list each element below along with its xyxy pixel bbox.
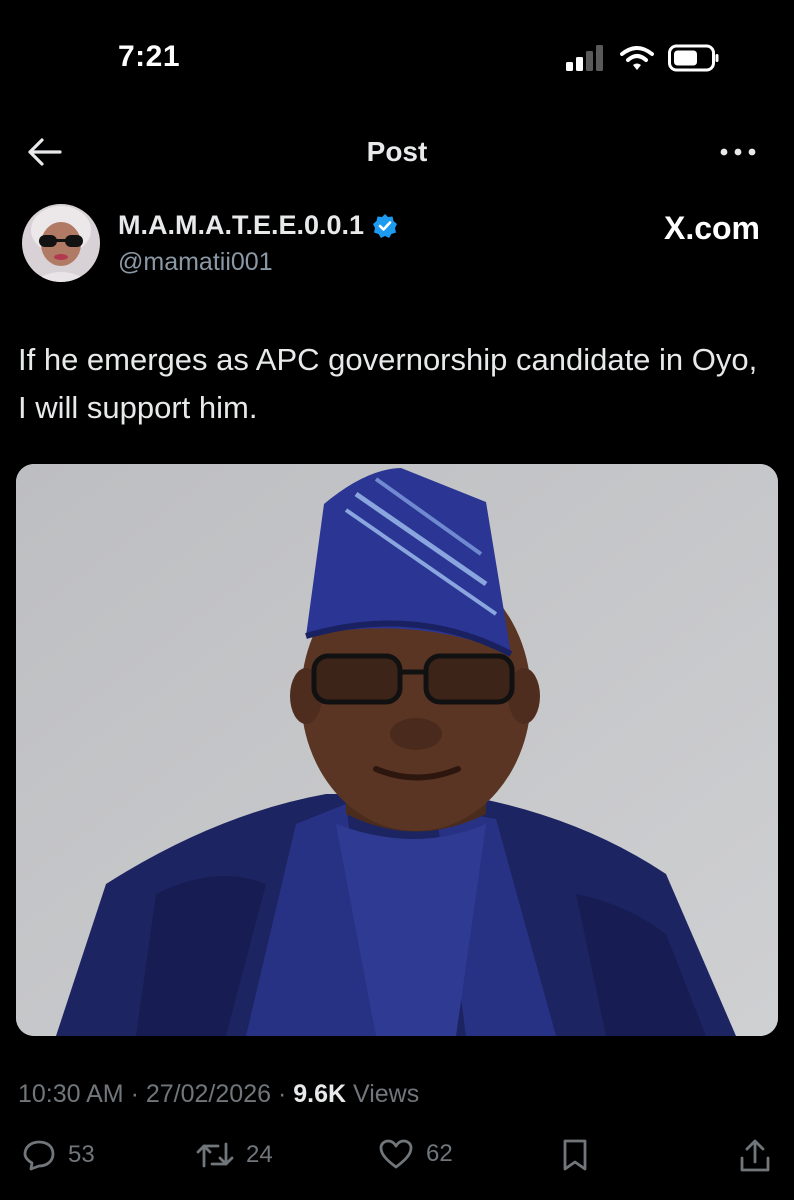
share-button[interactable] xyxy=(738,1138,772,1174)
meta-separator: · xyxy=(277,1080,287,1108)
post-image[interactable] xyxy=(16,464,778,1036)
page-title: Post xyxy=(366,136,428,167)
status-bar: 7:21 xyxy=(0,0,794,110)
heart-icon xyxy=(379,1139,413,1169)
reply-button[interactable]: 53 xyxy=(22,1138,95,1172)
share-icon xyxy=(740,1139,770,1172)
post-author: M.A.M.A.T.E.E.0.0.1 @mamatii001 X.com xyxy=(0,200,794,300)
avatar[interactable] xyxy=(22,204,100,282)
wifi-icon xyxy=(620,46,654,70)
post-date[interactable]: 27/02/2026 xyxy=(146,1080,271,1108)
display-name[interactable]: M.A.M.A.T.E.E.0.0.1 xyxy=(118,210,364,241)
bookmark-icon xyxy=(563,1139,587,1171)
top-nav: Post xyxy=(0,120,794,184)
status-time: 7:21 xyxy=(118,40,181,73)
verified-badge-icon xyxy=(373,213,398,238)
views-label: Views xyxy=(353,1080,420,1108)
name-row: M.A.M.A.T.E.E.0.0.1 xyxy=(118,210,398,241)
signal-bars-icon xyxy=(566,45,603,71)
battery-icon xyxy=(668,44,719,72)
post-meta: 10:30 AM · 27/02/2026 · 9.6K Views xyxy=(18,1080,419,1109)
bookmark-button[interactable] xyxy=(560,1138,590,1172)
tweet-text: If he emerges as APC governorship candid… xyxy=(18,342,758,425)
reply-bubble-icon xyxy=(23,1140,55,1171)
more-dots-icon xyxy=(720,148,756,156)
x-com-watermark: X.com xyxy=(663,210,760,246)
action-bar: 53 24 62 xyxy=(0,1138,794,1182)
status-icons xyxy=(566,44,720,72)
repost-icon xyxy=(196,1142,234,1168)
like-button[interactable]: 62 xyxy=(378,1138,453,1170)
views-count: 9.6K xyxy=(293,1080,347,1108)
like-count: 62 xyxy=(426,1140,453,1167)
user-handle[interactable]: @mamatii001 xyxy=(118,248,273,277)
repost-button[interactable]: 24 xyxy=(196,1138,273,1172)
post-time[interactable]: 10:30 AM xyxy=(18,1080,124,1108)
more-options-button[interactable] xyxy=(718,134,758,170)
meta-separator: · xyxy=(130,1080,139,1108)
reply-count: 53 xyxy=(68,1141,95,1168)
repost-count: 24 xyxy=(246,1141,273,1168)
